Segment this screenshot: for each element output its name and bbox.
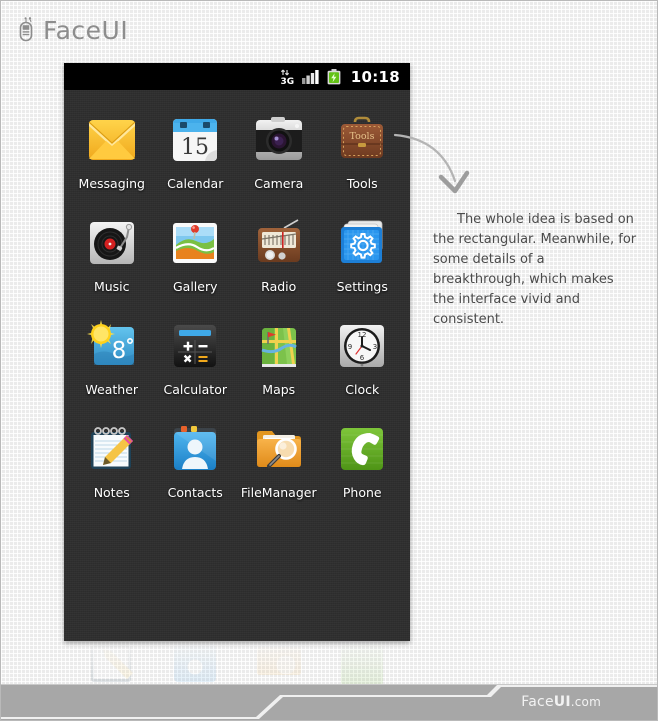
app-label: Calendar (167, 176, 224, 191)
app-label: Maps (262, 382, 296, 397)
signal-bars-icon (301, 69, 320, 84)
app-label: Notes (93, 485, 130, 500)
app-icon-camera[interactable]: Camera (237, 112, 321, 191)
notes-pencil-icon (84, 421, 140, 477)
calculator-icon (167, 318, 223, 374)
page-root: FaceUI 3G 10:18 Messaging 15 Calendar Ca… (0, 0, 658, 721)
app-label: FileManager (240, 485, 317, 500)
footer-site-name: FaceUI.com (521, 694, 601, 710)
app-icon-maps[interactable]: Maps (237, 318, 321, 397)
app-icon-gallery[interactable]: Gallery (154, 215, 238, 294)
battery-charging-icon (327, 68, 341, 85)
phone-handset-icon (334, 421, 390, 477)
settings-gear-icon (334, 215, 390, 271)
app-label: Weather (85, 382, 139, 397)
faceui-phone-logo-icon (17, 16, 37, 44)
maps-flag-icon (251, 318, 307, 374)
weather-temperature: 8 (111, 338, 126, 364)
app-label: Settings (336, 279, 388, 294)
clock-analog-icon: 12 3 6 9 (334, 318, 390, 374)
footer-site-bold: UI (553, 694, 571, 710)
weather-sun-icon: 8 (84, 318, 140, 374)
app-icon-phone[interactable]: Phone (321, 421, 405, 500)
messaging-envelope-icon (84, 112, 140, 168)
tools-badge-text: Tools (350, 131, 375, 142)
svg-text:6: 6 (360, 354, 365, 362)
app-label: Clock (345, 382, 380, 397)
app-grid: Messaging 15 Calendar Camera Tools Tools… (64, 90, 410, 500)
contacts-person-icon (167, 421, 223, 477)
app-icon-filemanager[interactable]: FileManager (237, 421, 321, 500)
app-icon-music[interactable]: Music (70, 215, 154, 294)
app-label: Radio (261, 279, 297, 294)
calendar-icon: 15 (167, 112, 223, 168)
app-icon-settings[interactable]: Settings (321, 215, 405, 294)
brand-header: FaceUI (17, 13, 128, 47)
radio-icon (251, 215, 307, 271)
phone-mockup: 3G 10:18 Messaging 15 Calendar Camera To… (64, 63, 410, 641)
app-label: Messaging (78, 176, 145, 191)
svg-text:9: 9 (348, 343, 352, 351)
network-3g-icon: 3G (280, 69, 295, 85)
app-icon-clock[interactable]: 12 3 6 9 Clock (321, 318, 405, 397)
app-label: Phone (342, 485, 382, 500)
app-icon-notes[interactable]: Notes (70, 421, 154, 500)
app-label: Music (93, 279, 130, 294)
brand-name: FaceUI (43, 15, 129, 45)
status-bar-clock: 10:18 (350, 67, 400, 86)
status-bar: 3G 10:18 (64, 63, 410, 90)
app-icon-calculator[interactable]: Calculator (154, 318, 238, 397)
footer-site-prefix: Face (521, 694, 554, 710)
camera-icon (251, 112, 307, 168)
app-label: Camera (254, 176, 304, 191)
footer-site-suffix: .com (570, 695, 601, 709)
app-label: Tools (346, 176, 378, 191)
svg-text:3: 3 (373, 343, 377, 351)
app-label: Contacts (167, 485, 223, 500)
app-label: Gallery (172, 279, 218, 294)
tools-briefcase-icon: Tools (334, 112, 390, 168)
svg-text:3G: 3G (280, 77, 294, 85)
app-icon-tools[interactable]: Tools Tools (321, 112, 405, 191)
annotation-text: The whole idea is based on the rectangul… (433, 212, 637, 327)
app-label: Calculator (163, 382, 227, 397)
filemanager-folder-search-icon (251, 421, 307, 477)
calendar-day-number: 15 (181, 135, 209, 160)
music-turntable-icon (84, 215, 140, 271)
app-icon-calendar[interactable]: 15 Calendar (154, 112, 238, 191)
app-icon-contacts[interactable]: Contacts (154, 421, 238, 500)
app-icon-radio[interactable]: Radio (237, 215, 321, 294)
gallery-photo-pin-icon (167, 215, 223, 271)
app-icon-messaging[interactable]: Messaging (70, 112, 154, 191)
app-icon-weather[interactable]: 8 Weather (70, 318, 154, 397)
footer-bar: FaceUI.com (1, 684, 657, 720)
